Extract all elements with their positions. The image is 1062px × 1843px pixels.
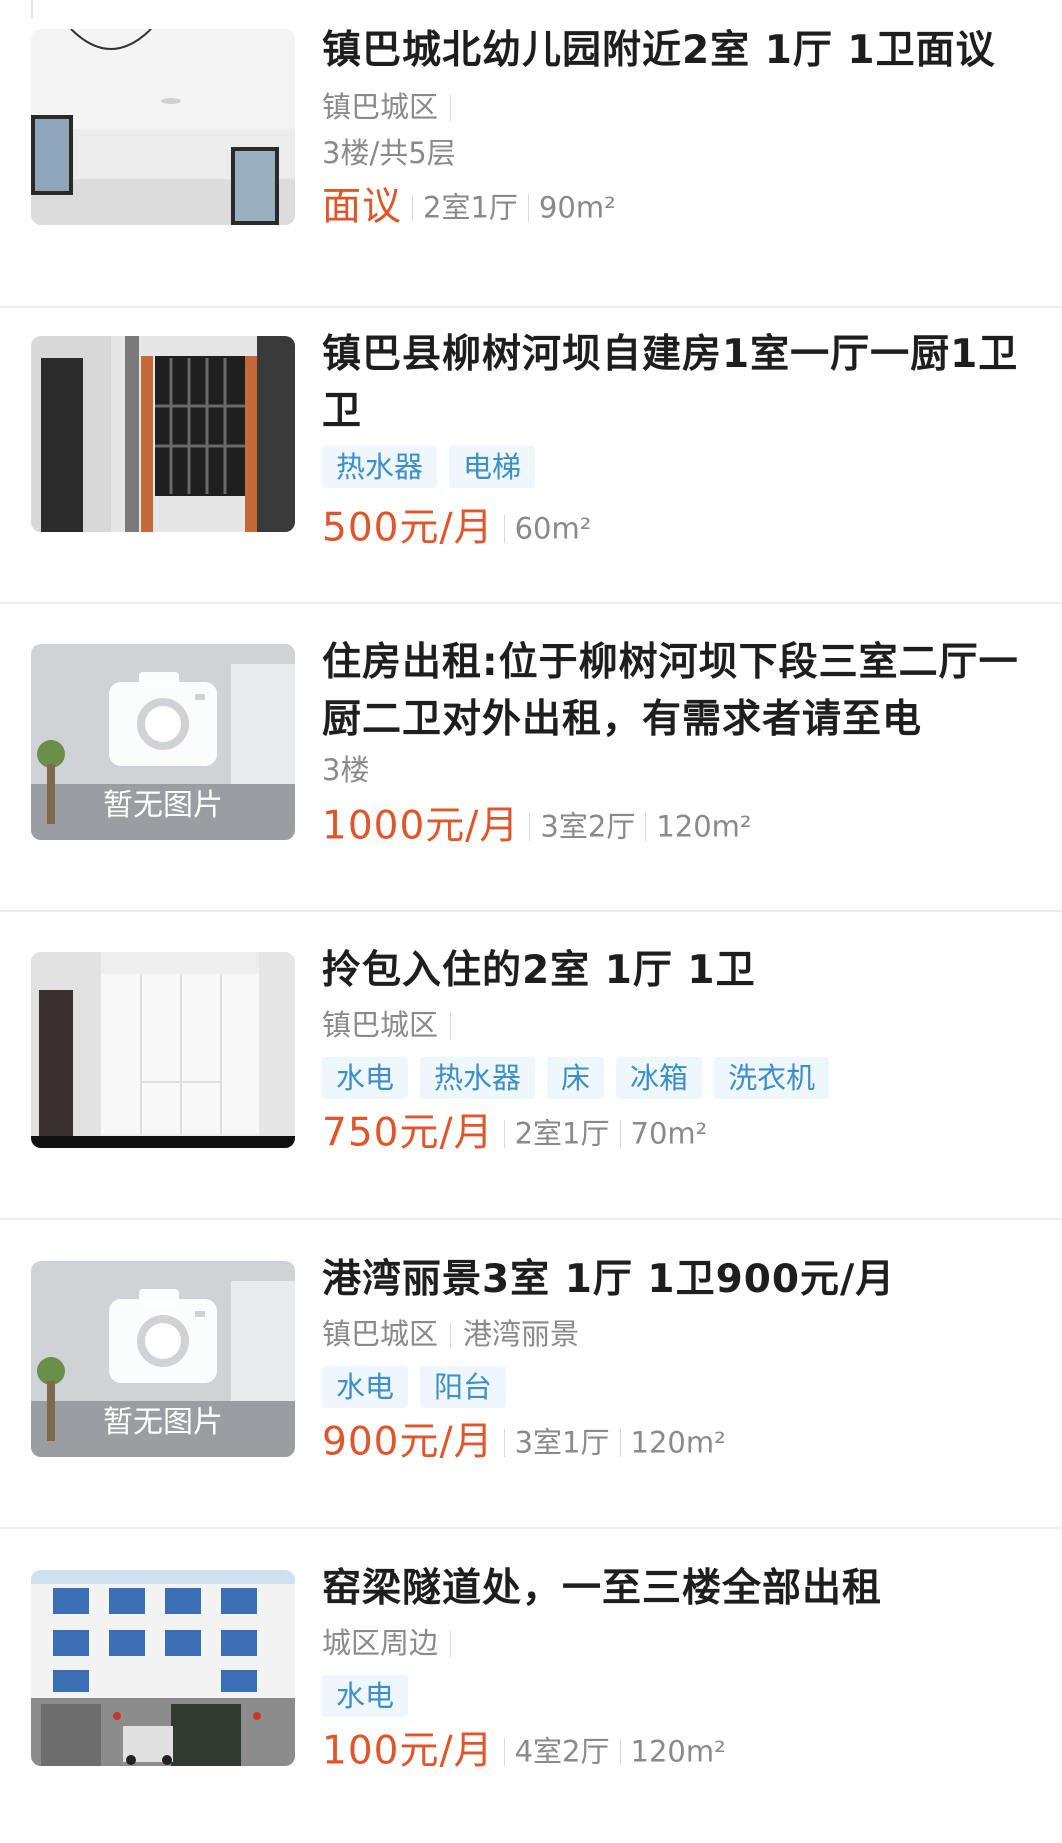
listing-layout: 4室2厅 [514,1734,610,1769]
listing-location: 城区周边 [322,1623,1042,1663]
feature-tag: 冰箱 [616,1057,703,1099]
separator [619,1737,621,1766]
listing-info: 拎包入住的2室 1厅 1卫 镇巴城区 水电 热水器床冰箱 洗衣机 750元/月 2室1… [322,942,1042,1161]
feature-tag: 热水器 [420,1057,536,1099]
listing-info: 镇巴县柳树河坝自建房1室一厅一厨1卫卫 热水器 电梯 500元/月 60m² [322,326,1042,556]
listing-layout: 2室1厅 [514,1116,610,1151]
listing-thumbnail[interactable] [31,952,295,1148]
listing-location: 镇巴城区 港湾丽景 [322,1314,1042,1354]
listing-area: 120m² [630,1425,726,1460]
listing-floor: 3楼/共5层 [322,136,456,170]
separator [619,1119,621,1148]
separator [450,1631,452,1657]
feature-tag: 阳台 [420,1366,507,1408]
separator [503,1119,505,1148]
listing-thumbnail[interactable] [31,29,295,225]
listing-tags: 热水器 电梯 [322,446,1042,490]
barred-window-photo [31,336,295,532]
price-row: 100元/月 4室2厅 120m² [322,1723,1042,1779]
listing-title[interactable]: 镇巴县柳树河坝自建房1室一厅一厨1卫卫 [322,326,1042,440]
listing-item[interactable]: 镇巴城北幼儿园附近2室 1厅 1卫面议 镇巴城区 3楼/共5层 面议 2室1厅 90… [0,0,1062,308]
feature-tag: 热水器 [322,446,438,488]
listing-price: 500元/月 [322,505,494,551]
listing-area: 90m² [538,190,616,225]
listing-list: 镇巴城北幼儿园附近2室 1厅 1卫面议 镇巴城区 3楼/共5层 面议 2室1厅 90… [0,0,1062,1843]
feature-tag: 水电 [322,1057,409,1099]
listing-item[interactable]: 暂无图片 住房出租:位于柳树河坝下段三室二厅一厨二卫对外出租，有需求者请至电 3… [0,604,1062,912]
room-window-photo [31,29,295,225]
placeholder-text: 暂无图片 [103,1405,223,1440]
listing-item[interactable]: 暂无图片 港湾丽景3室 1厅 1卫900元/月 镇巴城区 港湾丽景 水电 阳台 90… [0,1221,1062,1529]
separator [503,1428,505,1457]
listing-layout: 3室1厅 [514,1425,610,1460]
listing-price: 100元/月 [322,1728,494,1774]
listing-title[interactable]: 镇巴城北幼儿园附近2室 1厅 1卫面议 [322,22,1042,79]
wardrobe-room-photo [31,952,295,1148]
listing-location: 镇巴城区 [322,1005,1042,1045]
listing-info: 港湾丽景3室 1厅 1卫900元/月 镇巴城区 港湾丽景 水电 阳台 900元/月 3… [322,1251,1042,1470]
listing-tags: 水电 阳台 [322,1366,1042,1410]
listing-title[interactable]: 住房出租:位于柳树河坝下段三室二厅一厨二卫对外出租，有需求者请至电 [322,634,1042,748]
listing-item[interactable]: 窑梁隧道处，一至三楼全部出租 城区周边 水电 100元/月 4室2厅 120m² [0,1530,1062,1838]
feature-tag: 床 [547,1057,605,1099]
listing-tags: 水电 热水器床冰箱 洗衣机 [322,1057,1042,1101]
separator [503,514,505,543]
feature-tag: 电梯 [449,446,536,488]
listing-thumbnail[interactable] [31,336,295,532]
listing-layout: 2室1厅 [423,190,518,225]
listing-floor: 3楼 [322,753,370,787]
separator [450,1322,452,1348]
separator [529,812,531,841]
listing-info: 住房出租:位于柳树河坝下段三室二厅一厨二卫对外出租，有需求者请至电 3楼 100… [322,634,1042,854]
listing-info: 窑梁隧道处，一至三楼全部出租 城区周边 水电 100元/月 4室2厅 120m² [322,1560,1042,1779]
listing-thumbnail[interactable]: 暂无图片 [31,644,295,840]
listing-price: 750元/月 [322,1110,494,1156]
listing-title[interactable]: 窑梁隧道处，一至三楼全部出租 [322,1560,1042,1617]
price-row: 面议 2室1厅 90m² [322,179,1042,235]
location-community: 港湾丽景 [463,1317,580,1351]
listing-layout: 3室2厅 [540,809,636,844]
listing-price: 面议 [322,184,403,230]
listing-location: 镇巴城区 [322,87,1042,127]
price-row: 750元/月 2室1厅 70m² [322,1105,1042,1161]
building-facade-photo [31,1570,295,1766]
listing-thumbnail[interactable]: 暂无图片 [31,1261,295,1457]
listing-area: 70m² [630,1116,708,1151]
placeholder-text: 暂无图片 [103,788,223,823]
listing-title[interactable]: 港湾丽景3室 1厅 1卫900元/月 [322,1251,1042,1308]
separator [645,812,647,841]
listing-thumbnail[interactable] [31,1570,295,1766]
location-district: 镇巴城区 [322,1008,439,1042]
listing-title[interactable]: 拎包入住的2室 1厅 1卫 [322,942,1042,999]
listing-item[interactable]: 拎包入住的2室 1厅 1卫 镇巴城区 水电 热水器床冰箱 洗衣机 750元/月 2室1… [0,912,1062,1220]
listing-info: 镇巴城北幼儿园附近2室 1厅 1卫面议 镇巴城区 3楼/共5层 面议 2室1厅 90… [322,22,1042,235]
price-row: 1000元/月 3室2厅 120m² [322,798,1042,854]
separator [450,1013,452,1039]
separator [527,193,529,222]
listing-price: 900元/月 [322,1419,494,1465]
price-row: 500元/月 60m² [322,500,1042,556]
listing-tags: 水电 [322,1675,1042,1719]
listing-area: 120m² [656,809,752,844]
location-district: 镇巴城区 [322,90,439,124]
price-row: 900元/月 3室1厅 120m² [322,1414,1042,1470]
listing-area: 60m² [514,511,592,546]
separator [450,95,452,121]
feature-tag: 洗衣机 [714,1057,830,1099]
feature-tag: 水电 [322,1675,409,1717]
listing-item[interactable]: 镇巴县柳树河坝自建房1室一厅一厨1卫卫 热水器 电梯 500元/月 60m² [0,296,1062,604]
separator [619,1428,621,1457]
feature-tag: 水电 [322,1366,409,1408]
listing-price: 1000元/月 [322,803,520,849]
location-district: 镇巴城区 [322,1317,439,1351]
separator [412,193,414,222]
location-district: 城区周边 [322,1626,439,1660]
listing-area: 120m² [630,1734,726,1769]
separator [503,1737,505,1766]
